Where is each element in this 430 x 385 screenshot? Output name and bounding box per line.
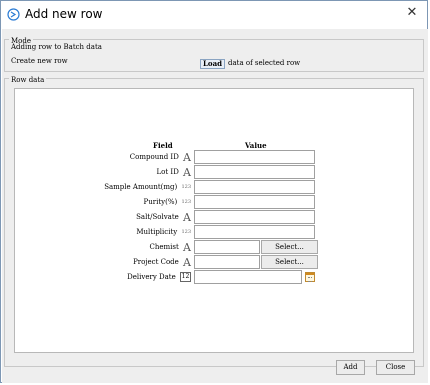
field-label-salt-solvate: Salt/Solvate <box>136 213 179 221</box>
lot-id-input[interactable] <box>194 165 315 179</box>
field-row-multiplicity: Multiplicity 123 <box>61 225 391 239</box>
load-suffix-text: data of selected row <box>228 59 301 67</box>
app-icon <box>7 8 20 21</box>
create-new-row-option[interactable]: Create new row <box>11 57 68 66</box>
field-column-header: Field <box>153 141 173 150</box>
title-bar: Add new row ✕ <box>1 1 427 29</box>
project-code-select-button[interactable]: Select... <box>261 255 318 269</box>
field-label-sample-amount: Sample Amount(mg) <box>104 183 178 191</box>
add-new-row-dialog: Add new row ✕ Mode Adding row to Batch d… <box>0 0 428 383</box>
number-type-icon: 123 <box>181 199 191 205</box>
field-row-sample-amount: Sample Amount(mg) 123 <box>61 180 391 194</box>
text-type-icon: A <box>183 150 191 164</box>
field-row-delivery-date: Delivery Date 12 <box>61 270 391 284</box>
multiplicity-input[interactable] <box>194 225 315 239</box>
field-row-purity: Purity(%) 123 <box>61 195 391 209</box>
field-row-lot-id: Lot ID A <box>61 165 391 179</box>
salt-solvate-input[interactable] <box>194 210 315 224</box>
adding-row-text: Adding row to Batch data <box>11 43 102 51</box>
window-title: Add new row <box>25 7 103 21</box>
load-button[interactable]: Load <box>200 59 226 69</box>
text-type-icon: A <box>183 165 191 179</box>
project-code-input[interactable] <box>194 255 260 269</box>
number-type-icon: 123 <box>181 184 191 190</box>
text-type-icon: A <box>183 240 191 254</box>
delivery-date-input[interactable] <box>194 270 302 284</box>
calendar-icon[interactable] <box>305 272 315 282</box>
field-label-delivery-date: Delivery Date <box>127 273 176 281</box>
value-column-header: Value <box>245 141 267 150</box>
field-row-salt-solvate: Salt/Solvate A <box>61 210 391 224</box>
text-type-icon: A <box>183 255 191 269</box>
field-row-project-code: Project Code A Select... <box>61 255 391 269</box>
field-label-compound-id: Compound ID <box>129 153 179 161</box>
row-data-group-title: Row data <box>9 76 47 84</box>
close-button[interactable]: Close <box>376 360 415 375</box>
compound-id-input[interactable] <box>194 150 315 164</box>
close-icon[interactable]: ✕ <box>403 4 421 22</box>
sample-amount-input[interactable] <box>194 180 315 194</box>
field-label-purity: Purity(%) <box>143 198 178 206</box>
dialog-body: Mode Adding row to Batch data Create new… <box>2 29 428 383</box>
purity-input[interactable] <box>194 195 315 209</box>
field-label-chemist: Chemist <box>149 243 179 251</box>
chemist-input[interactable] <box>194 240 260 254</box>
number-type-icon: 123 <box>181 229 191 235</box>
date-type-icon: 12 <box>180 272 191 282</box>
field-label-lot-id: Lot ID <box>156 168 179 176</box>
field-label-project-code: Project Code <box>133 258 179 266</box>
text-type-icon: A <box>183 210 191 224</box>
field-label-multiplicity: Multiplicity <box>136 228 178 236</box>
field-row-chemist: Chemist A Select... <box>61 240 391 254</box>
field-row-compound-id: Compound ID A <box>61 150 391 164</box>
add-button[interactable]: Add <box>336 360 365 375</box>
chemist-select-button[interactable]: Select... <box>261 240 318 254</box>
mode-group: Mode Adding row to Batch data Create new… <box>4 37 424 72</box>
row-data-panel: Field Value Compound ID A Lot ID A Sampl… <box>14 88 414 353</box>
